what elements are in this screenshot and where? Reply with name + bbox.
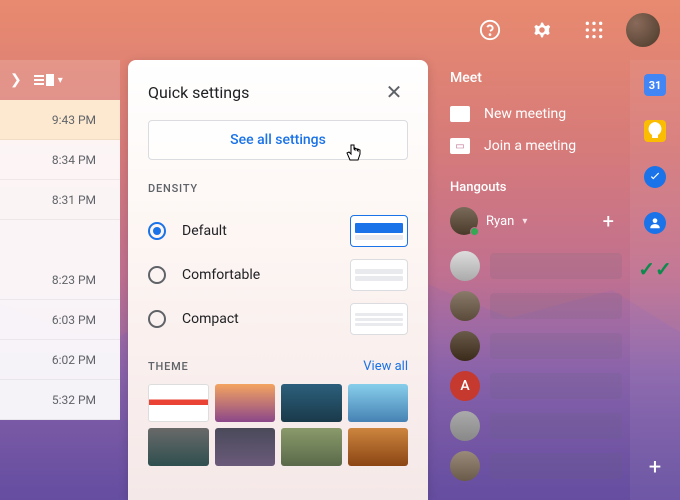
theme-tile[interactable] <box>215 384 276 422</box>
density-label: Default <box>182 223 227 239</box>
density-option-comfortable[interactable]: Comfortable <box>148 253 408 297</box>
chevron-down-icon: ▾ <box>522 216 527 227</box>
contact-row[interactable] <box>450 251 622 281</box>
time-row[interactable]: 6:03 PM <box>0 300 120 340</box>
hangouts-username: Ryan <box>486 214 514 229</box>
theme-tile[interactable] <box>348 428 409 466</box>
contact-row[interactable] <box>450 331 622 361</box>
contact-name-placeholder <box>490 333 622 359</box>
new-meeting-label: New meeting <box>484 106 566 122</box>
add-addon-button[interactable]: + <box>649 455 661 480</box>
theme-tile[interactable] <box>281 428 342 466</box>
time-row[interactable]: 8:23 PM <box>0 260 120 300</box>
hangouts-section-title: Hangouts <box>442 180 622 195</box>
quick-settings-panel: Quick settings ✕ See all settings DENSIT… <box>128 60 428 500</box>
left-column: ❯ ▾ 9:43 PM 8:34 PM 8:31 PM 8:23 PM 6:03… <box>0 60 120 500</box>
help-icon[interactable] <box>470 10 510 50</box>
density-option-default[interactable]: Default <box>148 209 408 253</box>
radio-unselected-icon <box>148 310 166 328</box>
contact-avatar <box>450 411 480 441</box>
join-meeting-button[interactable]: ▭ Join a meeting <box>442 130 622 162</box>
density-label: Compact <box>182 311 239 327</box>
calendar-icon[interactable]: 31 <box>644 74 666 96</box>
view-all-themes-link[interactable]: View all <box>363 359 408 374</box>
contact-avatar <box>450 291 480 321</box>
theme-grid <box>148 384 408 466</box>
density-label: Comfortable <box>182 267 260 283</box>
tasks-icon[interactable] <box>644 166 666 188</box>
theme-tile[interactable] <box>281 384 342 422</box>
density-preview-default <box>350 215 408 247</box>
cursor-pointer-icon <box>345 143 363 165</box>
time-row[interactable]: 6:02 PM <box>0 340 120 380</box>
split-pane-toggle[interactable]: ▾ <box>34 74 63 86</box>
meet-section-title: Meet <box>442 70 622 86</box>
see-all-settings-button[interactable]: See all settings <box>148 120 408 160</box>
time-row[interactable]: 5:32 PM <box>0 380 120 420</box>
contact-row[interactable] <box>450 411 622 441</box>
time-row[interactable]: 9:43 PM <box>0 100 120 140</box>
gear-icon[interactable] <box>522 10 562 50</box>
see-all-label: See all settings <box>230 132 326 148</box>
panel-title: Quick settings <box>148 83 249 102</box>
contact-avatar <box>450 331 480 361</box>
left-toolbar: ❯ ▾ <box>0 60 120 100</box>
contact-name-placeholder <box>490 293 622 319</box>
contact-row[interactable] <box>450 291 622 321</box>
theme-tile[interactable] <box>148 384 209 422</box>
radio-selected-icon <box>148 222 166 240</box>
contact-name-placeholder <box>490 253 622 279</box>
contact-name-placeholder <box>490 413 622 439</box>
close-icon[interactable]: ✕ <box>380 78 408 106</box>
time-row[interactable]: 8:34 PM <box>0 140 120 180</box>
hangouts-current-user[interactable]: Ryan ▾ + <box>442 203 622 239</box>
density-option-compact[interactable]: Compact <box>148 297 408 341</box>
right-column: Meet New meeting ▭ Join a meeting Hangou… <box>442 70 622 481</box>
keep-icon[interactable] <box>644 120 666 142</box>
contact-avatar <box>450 451 480 481</box>
contact-row[interactable] <box>450 451 622 481</box>
contact-avatar <box>450 251 480 281</box>
double-check-icon[interactable]: ✓✓ <box>644 258 666 280</box>
theme-tile[interactable] <box>215 428 276 466</box>
new-meeting-button[interactable]: New meeting <box>442 98 622 130</box>
contacts-icon[interactable] <box>644 212 666 234</box>
apps-grid-icon[interactable] <box>574 10 614 50</box>
theme-tile[interactable] <box>148 428 209 466</box>
account-avatar[interactable] <box>626 13 660 47</box>
contact-name-placeholder <box>490 453 622 479</box>
topbar <box>0 0 680 60</box>
density-preview-comfortable <box>350 259 408 291</box>
video-camera-icon <box>450 106 470 122</box>
time-list: 9:43 PM 8:34 PM 8:31 PM 8:23 PM 6:03 PM … <box>0 100 120 420</box>
join-meeting-label: Join a meeting <box>484 138 576 154</box>
density-preview-compact <box>350 303 408 335</box>
status-online-icon <box>470 227 479 236</box>
theme-tile[interactable] <box>348 384 409 422</box>
theme-section-label: THEME <box>148 360 189 373</box>
new-conversation-button[interactable]: + <box>603 209 614 233</box>
radio-unselected-icon <box>148 266 166 284</box>
contact-row[interactable]: A <box>450 371 622 401</box>
contact-list: A <box>442 251 622 481</box>
addon-sidebar: 31 ✓✓ + <box>630 60 680 500</box>
time-row-empty <box>0 220 120 260</box>
density-section-label: DENSITY <box>148 182 408 195</box>
user-avatar <box>450 207 478 235</box>
contact-avatar-letter: A <box>450 371 480 401</box>
keyboard-icon: ▭ <box>450 138 470 154</box>
time-row[interactable]: 8:31 PM <box>0 180 120 220</box>
chevron-right-icon[interactable]: ❯ <box>10 72 22 88</box>
contact-name-placeholder <box>490 373 622 399</box>
